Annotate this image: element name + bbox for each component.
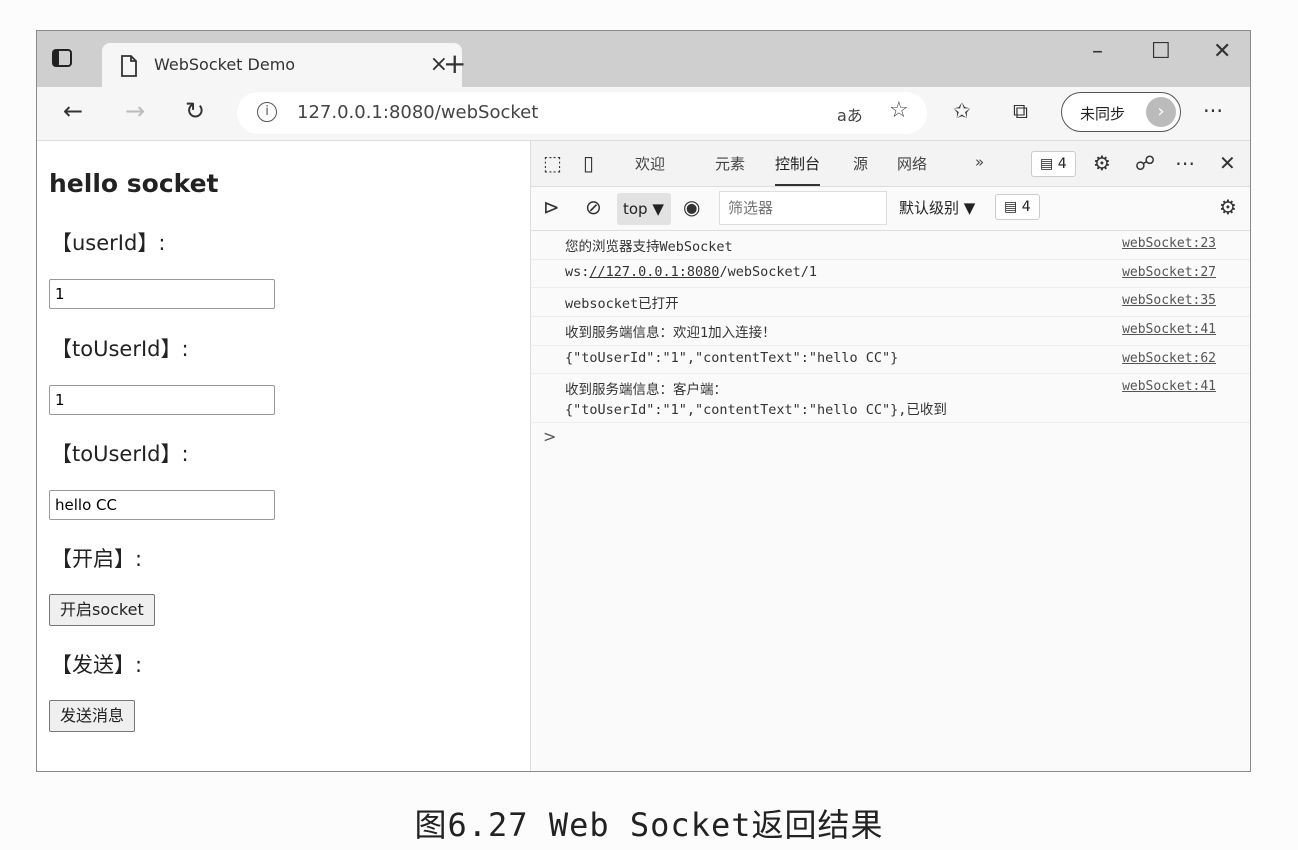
inspect-icon[interactable]: ⬚	[543, 151, 562, 175]
site-info-icon[interactable]: i	[257, 102, 277, 122]
console-source-link[interactable]: webSocket:27	[1122, 265, 1216, 280]
console-row: websocket已打开 webSocket:35	[531, 288, 1250, 317]
figure-caption: 图6.27 Web Socket返回结果	[414, 806, 884, 844]
address-toolbar: ← → ↻ i 127.0.0.1:8080/webSocket aあ ☆ ✩ …	[37, 87, 1250, 141]
devtools-tabs: ⬚ ▯ 欢迎 元素 控制台 源 网络 » ▤ 4 ⚙ ☍ ⋯ ✕	[531, 141, 1250, 187]
console-row: 收到服务端信息：欢迎1加入连接！ webSocket:41	[531, 317, 1250, 346]
tab-elements[interactable]: 元素	[715, 153, 745, 174]
new-tab-icon[interactable]: +	[443, 47, 466, 80]
live-expression-eye-icon[interactable]: ◉	[683, 195, 700, 219]
console-prompt-row[interactable]: >	[531, 423, 1250, 453]
more-tabs-icon[interactable]: »	[975, 153, 984, 171]
minimize-icon[interactable]: –	[1092, 39, 1103, 64]
console-settings-icon[interactable]: ⚙	[1219, 195, 1237, 219]
messages-badge[interactable]: ▤ 4	[995, 194, 1040, 220]
touserid-input[interactable]	[49, 385, 275, 415]
userid-input[interactable]	[49, 279, 275, 309]
favorites-icon[interactable]: ✩	[953, 99, 971, 123]
tab-websocket-demo[interactable]: WebSocket Demo ×	[102, 43, 462, 87]
address-bar[interactable]: i 127.0.0.1:8080/webSocket aあ ☆	[237, 92, 927, 134]
customize-icon[interactable]: ☍	[1135, 151, 1155, 175]
issues-badge[interactable]: ▤ 4	[1031, 151, 1076, 177]
issues-count: 4	[1057, 156, 1067, 172]
context-selector[interactable]: top ▼	[617, 193, 671, 225]
close-devtools-icon[interactable]: ✕	[1219, 151, 1236, 175]
maximize-icon[interactable]: ☐	[1151, 39, 1171, 64]
console-row: 收到服务端信息：客户端： {"toUserId":"1","contentTex…	[531, 374, 1250, 423]
console-source-link[interactable]: webSocket:41	[1122, 322, 1216, 337]
close-window-icon[interactable]: ✕	[1213, 39, 1231, 64]
page-icon	[120, 55, 138, 81]
console-row: 您的浏览器支持WebSocket webSocket:23	[531, 231, 1250, 260]
clear-console-icon[interactable]: ⊘	[585, 195, 602, 219]
url-text[interactable]: 127.0.0.1:8080/webSocket	[297, 102, 538, 123]
open-label: 【开启】:	[51, 547, 143, 571]
sidebar-toggle-icon[interactable]: ⊳	[543, 195, 560, 219]
chevron-right-icon: ›	[1146, 97, 1176, 127]
add-favorite-icon[interactable]: ☆	[889, 98, 909, 123]
tab-bar: WebSocket Demo × + – ☐ ✕	[37, 31, 1250, 87]
forward-icon[interactable]: →	[125, 97, 145, 125]
content-input[interactable]	[49, 490, 275, 520]
messages-count: 4	[1021, 199, 1031, 215]
issues-icon: ▤	[1040, 156, 1058, 172]
console-message: websocket已打开	[565, 296, 679, 312]
refresh-icon[interactable]: ↻	[185, 97, 205, 125]
console-row: {"toUserId":"1","contentText":"hello CC"…	[531, 346, 1250, 374]
tab-actions-icon	[52, 49, 72, 67]
web-page: hello socket 【userId】: 【toUserId】: 【toUs…	[37, 141, 530, 771]
console-source-link[interactable]: webSocket:41	[1122, 379, 1216, 394]
send-message-button[interactable]: 发送消息	[49, 700, 136, 732]
messages-icon: ▤	[1004, 199, 1022, 215]
tab-console[interactable]: 控制台	[775, 153, 821, 186]
page-title: hello socket	[49, 169, 219, 198]
open-socket-button[interactable]: 开启socket	[49, 594, 155, 626]
console-source-link[interactable]: webSocket:23	[1122, 236, 1216, 251]
tab-actions-button[interactable]	[51, 47, 89, 85]
log-level-dropdown[interactable]: 默认级别 ▼	[899, 197, 975, 218]
device-emulation-icon[interactable]: ▯	[583, 151, 594, 175]
tab-welcome[interactable]: 欢迎	[635, 153, 665, 174]
read-aloud-icon[interactable]: aあ	[837, 102, 863, 126]
more-options-icon[interactable]: ⋯	[1175, 151, 1195, 175]
collections-icon[interactable]: ⧉	[1013, 99, 1028, 124]
content-label: 【toUserId】:	[51, 442, 189, 466]
more-icon[interactable]: ···	[1203, 99, 1223, 123]
tab-title: WebSocket Demo	[154, 55, 296, 74]
devtools-panel: ⬚ ▯ 欢迎 元素 控制台 源 网络 » ▤ 4 ⚙ ☍ ⋯ ✕ ⊳ ⊘ top…	[530, 141, 1250, 771]
tab-sources[interactable]: 源	[853, 153, 868, 174]
console-message: 收到服务端信息：欢迎1加入连接！	[565, 325, 776, 341]
console-message-suffix: /webSocket/1	[719, 264, 817, 280]
console-message: {"toUserId":"1","contentText":"hello CC"…	[565, 350, 899, 366]
console-toolbar: ⊳ ⊘ top ▼ ◉ 默认级别 ▼ ▤ 4 ⚙	[531, 187, 1250, 231]
console-url-link[interactable]: //127.0.0.1:8080	[589, 264, 719, 280]
console-source-link[interactable]: webSocket:35	[1122, 293, 1216, 308]
settings-icon[interactable]: ⚙	[1093, 151, 1111, 175]
sync-label: 未同步	[1080, 105, 1126, 123]
console-message-line2: {"toUserId":"1","contentText":"hello CC"…	[565, 402, 947, 418]
console-output: 您的浏览器支持WebSocket webSocket:23 ws://127.0…	[531, 231, 1250, 453]
browser-window: WebSocket Demo × + – ☐ ✕ ← → ↻ i 127.0.0…	[36, 30, 1251, 772]
profile-sync-button[interactable]: 未同步 ›	[1061, 92, 1181, 132]
console-row: ws://127.0.0.1:8080/webSocket/1 webSocke…	[531, 260, 1250, 288]
touserid-label: 【toUserId】:	[51, 337, 189, 361]
tab-network[interactable]: 网络	[897, 153, 927, 174]
console-message: 您的浏览器支持WebSocket	[565, 239, 733, 255]
console-source-link[interactable]: webSocket:62	[1122, 351, 1216, 366]
userid-label: 【userId】:	[51, 231, 166, 255]
console-prompt-icon: >	[543, 427, 557, 446]
console-message-prefix: ws:	[565, 264, 590, 280]
back-icon[interactable]: ←	[63, 97, 83, 125]
console-filter-input[interactable]	[719, 191, 887, 225]
send-label: 【发送】:	[51, 653, 143, 677]
